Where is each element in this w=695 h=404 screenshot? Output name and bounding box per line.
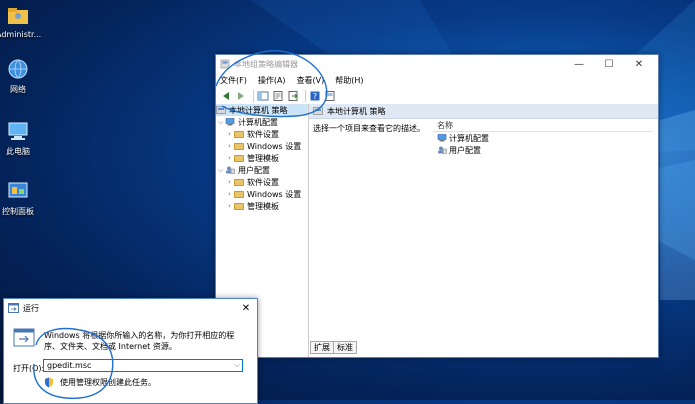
tree-user-software[interactable]: › 软件设置 (216, 176, 308, 188)
network-icon (8, 59, 28, 79)
control-panel-icon (8, 182, 28, 198)
gpedit-title: 本地组策略编辑器 (234, 59, 298, 69)
run-title: 运行 (23, 303, 39, 313)
view-tabs: 扩展 标准 (310, 341, 357, 354)
tab-standard[interactable]: 标准 (334, 341, 357, 354)
chevron-right-icon[interactable]: › (225, 130, 234, 138)
folder-icon (234, 202, 244, 210)
menu-file[interactable]: 文件(F) (220, 75, 247, 86)
menu-help[interactable]: 帮助(H) (335, 75, 363, 86)
chevron-right-icon[interactable]: › (225, 142, 234, 150)
gpedit-window: 本地组策略编辑器 — ☐ ✕ 文件(F) 操作(A) 查看(V) 帮助(H) ?… (215, 54, 659, 358)
tree-user-admin-templates[interactable]: › 管理模板 (216, 200, 308, 212)
minimize-icon[interactable]: — (564, 59, 594, 70)
tree-computer-admin-templates[interactable]: › 管理模板 (216, 152, 308, 164)
export-list-icon[interactable] (287, 90, 299, 102)
show-tree-icon[interactable] (257, 90, 269, 102)
gpedit-menubar: 文件(F) 操作(A) 查看(V) 帮助(H) (216, 73, 658, 87)
tree-root[interactable]: 本地计算机 策略 (216, 104, 308, 116)
details-list: 名称 计算机配置 用户配置 (433, 119, 653, 156)
run-command-input[interactable]: gpedit.msc ⌵ (43, 359, 243, 372)
forward-arrow-icon[interactable] (235, 90, 247, 102)
chevron-right-icon[interactable]: › (225, 190, 234, 198)
details-header: 本地计算机 策略 (309, 104, 658, 119)
gpedit-content: 本地计算机 策略 ⌵ 计算机配置 › 软件设置 › Windows 设置 › 管… (216, 104, 658, 357)
gpedit-titlebar[interactable]: 本地组策略编辑器 — ☐ ✕ (216, 55, 658, 73)
folder-icon (234, 178, 244, 186)
close-icon[interactable]: ✕ (239, 303, 253, 314)
chevron-down-icon[interactable]: ⌵ (216, 166, 225, 175)
gpedit-toolbar: ? (216, 87, 658, 105)
maximize-icon[interactable]: ☐ (594, 59, 624, 70)
run-dialog: 运行 ✕ Windows 将根据你所输入的名称，为你打开相应的程序、文件夹、文档… (3, 298, 258, 404)
shield-icon (45, 377, 53, 388)
policy-icon (313, 107, 323, 115)
folder-icon (234, 154, 244, 162)
computer-icon (8, 122, 28, 140)
tree-user-windows[interactable]: › Windows 设置 (216, 188, 308, 200)
svg-text:?: ? (313, 92, 317, 101)
folder-icon (234, 142, 244, 150)
console-icon[interactable] (324, 90, 336, 102)
folder-icon (234, 130, 244, 138)
desktop-icon-network[interactable]: 网络 (0, 58, 40, 95)
item-description: 选择一个项目来查看它的描述。 (313, 124, 425, 133)
details-body: 选择一个项目来查看它的描述。 名称 计算机配置 用户配置 (309, 119, 658, 357)
user-icon (438, 146, 447, 154)
tree-computer-software[interactable]: › 软件设置 (216, 128, 308, 140)
toolbar-separator (305, 89, 306, 102)
tree-computer-windows[interactable]: › Windows 设置 (216, 140, 308, 152)
run-open-label: 打开(O): (13, 364, 45, 373)
help-icon[interactable]: ? (309, 90, 321, 102)
toolbar-separator (253, 89, 254, 102)
back-arrow-icon[interactable] (220, 90, 232, 102)
menu-action[interactable]: 操作(A) (258, 75, 286, 86)
tree-computer-config[interactable]: ⌵ 计算机配置 (216, 116, 308, 128)
folder-icon (234, 190, 244, 198)
chevron-down-icon[interactable]: ⌵ (216, 118, 225, 127)
chevron-right-icon[interactable]: › (225, 202, 234, 210)
close-icon[interactable]: ✕ (624, 59, 654, 70)
run-admin-note: 使用管理权限创建此任务。 (44, 377, 156, 388)
run-command-value: gpedit.msc (47, 361, 92, 370)
desktop-icon-administrator[interactable]: Administr... (0, 4, 41, 39)
run-app-icon (8, 303, 19, 313)
chevron-down-icon[interactable]: ⌵ (232, 361, 242, 370)
details-pane: 本地计算机 策略 选择一个项目来查看它的描述。 名称 计算机配置 用户配置 (309, 104, 658, 357)
run-titlebar[interactable]: 运行 ✕ (4, 299, 257, 317)
chevron-right-icon[interactable]: › (225, 154, 234, 162)
chevron-right-icon[interactable]: › (225, 178, 234, 186)
computer-icon (437, 134, 447, 142)
list-item[interactable]: 用户配置 (433, 144, 653, 156)
properties-icon[interactable] (272, 90, 284, 102)
desktop-icon-this-pc[interactable]: 此电脑 (0, 120, 40, 157)
computer-icon (225, 118, 235, 126)
policy-icon (216, 106, 226, 114)
tab-extended[interactable]: 扩展 (310, 341, 334, 354)
menu-view[interactable]: 查看(V) (297, 75, 325, 86)
user-icon (226, 166, 235, 174)
user-folder-icon (8, 8, 28, 24)
column-header-name[interactable]: 名称 (433, 119, 653, 132)
run-description: Windows 将根据你所输入的名称，为你打开相应的程序、文件夹、文档或 Int… (44, 331, 235, 351)
list-item[interactable]: 计算机配置 (433, 132, 653, 144)
tree-user-config[interactable]: ⌵ 用户配置 (216, 164, 308, 176)
desktop-icon-control-panel[interactable]: 控制面板 (0, 180, 40, 217)
gpedit-app-icon (220, 59, 230, 69)
run-program-icon (13, 328, 35, 347)
